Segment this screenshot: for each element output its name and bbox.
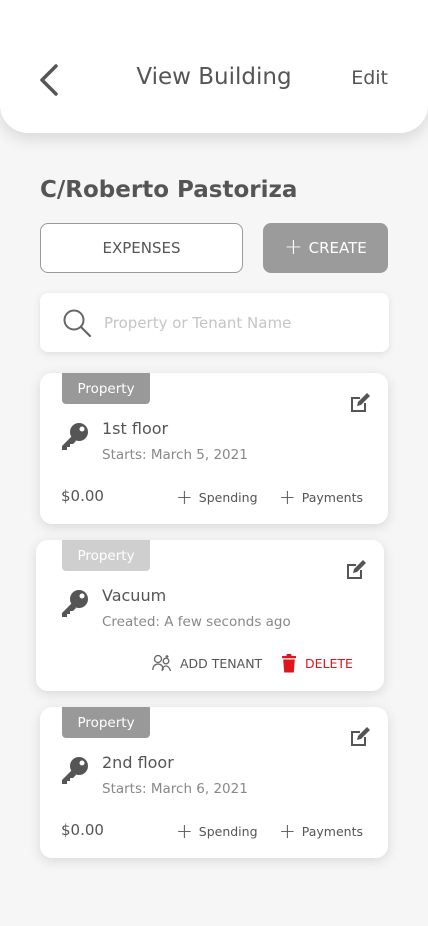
key-icon: [62, 423, 88, 450]
key-icon: [62, 590, 88, 617]
payments-button[interactable]: + Payments: [279, 487, 363, 507]
spending-label: Spending: [198, 823, 258, 839]
edit-icon[interactable]: [348, 725, 372, 749]
property-tag: Property: [62, 540, 150, 571]
create-button-label: CREATE: [308, 239, 367, 257]
plus-icon: +: [284, 235, 303, 260]
property-name: Vacuum: [102, 586, 167, 605]
plus-icon: +: [279, 819, 296, 843]
payments-button[interactable]: + Payments: [279, 821, 363, 841]
payments-label: Payments: [301, 823, 364, 839]
expenses-button-label: EXPENSES: [102, 239, 181, 257]
property-amount: $0.00: [61, 487, 104, 505]
add-tenant-icon: [152, 654, 172, 672]
property-name: 2nd floor: [102, 753, 174, 772]
plus-icon: +: [176, 819, 193, 843]
property-start-date: Starts: March 6, 2021: [102, 781, 248, 797]
create-button[interactable]: + CREATE: [263, 223, 388, 273]
search-icon: [63, 309, 92, 337]
edit-button[interactable]: Edit: [351, 67, 388, 89]
expenses-button[interactable]: EXPENSES: [40, 223, 243, 273]
property-card[interactable]: Property 1st floor Starts: March 5, 2021…: [40, 373, 388, 524]
delete-button[interactable]: DELETE: [281, 654, 353, 673]
plus-icon: +: [176, 485, 193, 509]
building-name: C/Roberto Pastoriza: [40, 177, 298, 203]
property-name: 1st floor: [102, 419, 169, 438]
plus-icon: +: [279, 485, 296, 509]
edit-icon[interactable]: [348, 391, 372, 415]
property-amount: $0.00: [61, 821, 104, 839]
spending-button[interactable]: + Spending: [176, 487, 258, 507]
spending-button[interactable]: + Spending: [176, 821, 258, 841]
property-tag: Property: [62, 373, 150, 404]
delete-label: DELETE: [305, 656, 353, 671]
trash-icon: [282, 654, 296, 673]
payments-label: Payments: [301, 489, 364, 505]
add-tenant-button[interactable]: ADD TENANT: [152, 654, 262, 672]
search-bar: [40, 293, 389, 352]
spending-label: Spending: [198, 489, 258, 505]
property-card[interactable]: Property Vacuum Created: A few seconds a…: [36, 540, 384, 691]
add-tenant-label: ADD TENANT: [180, 655, 263, 671]
property-card[interactable]: Property 2nd floor Starts: March 6, 2021…: [40, 707, 388, 858]
search-input[interactable]: [104, 313, 344, 332]
header: View Building Edit: [0, 0, 428, 133]
property-tag: Property: [62, 707, 150, 738]
edit-icon[interactable]: [344, 558, 368, 582]
property-start-date: Starts: March 5, 2021: [102, 447, 248, 463]
key-icon: [62, 757, 88, 784]
property-created-date: Created: A few seconds ago: [102, 614, 291, 630]
